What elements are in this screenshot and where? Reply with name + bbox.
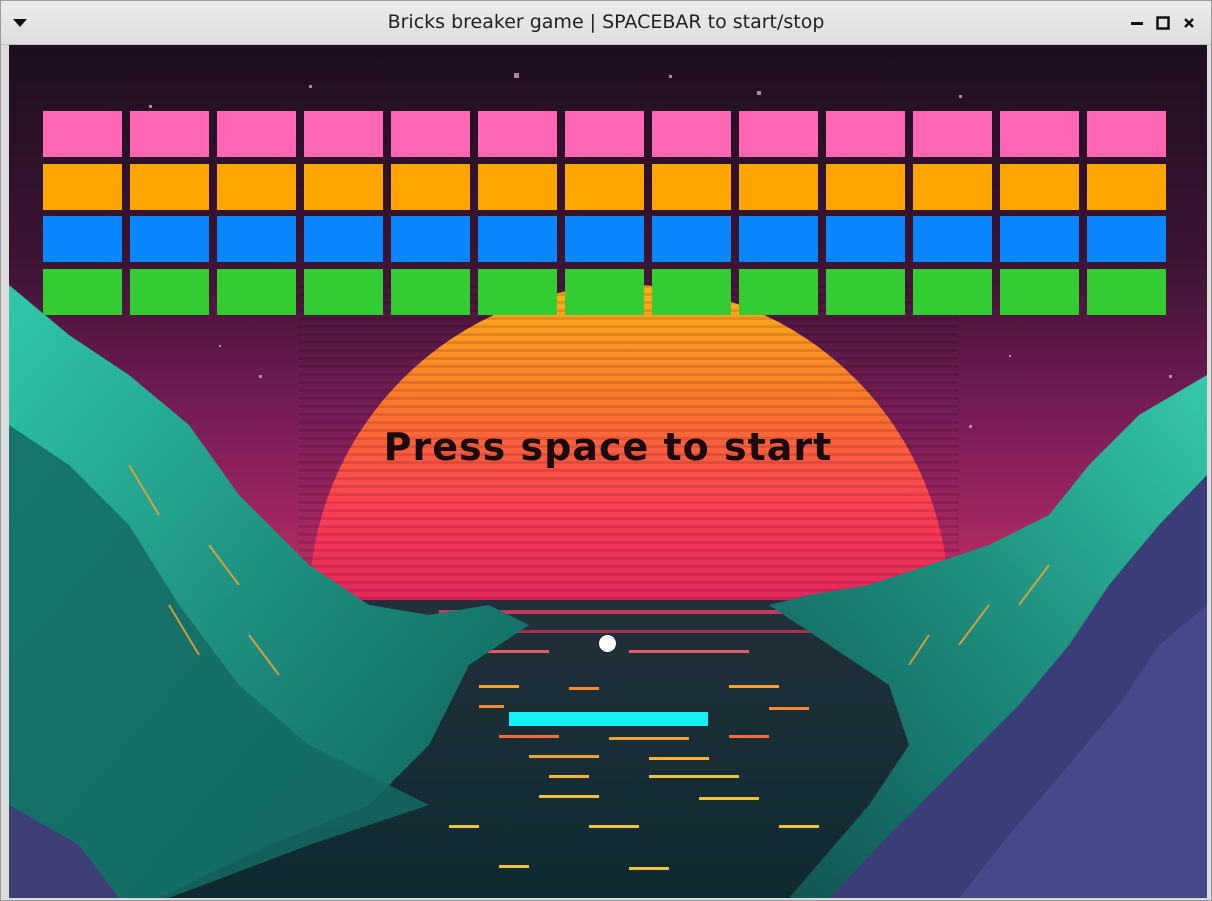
close-icon: [1184, 18, 1194, 28]
brick-orange: [304, 163, 383, 210]
window-title: Bricks breaker game | SPACEBAR to start/…: [387, 11, 825, 33]
brick-orange: [391, 163, 470, 210]
brick-orange: [43, 163, 122, 210]
brick-green: [43, 268, 122, 315]
minimize-button[interactable]: [1129, 15, 1145, 31]
brick-blue: [304, 216, 383, 262]
brick-pink: [478, 111, 557, 157]
brick-orange: [130, 163, 209, 210]
brick-green: [826, 268, 905, 315]
brick-green: [739, 268, 818, 315]
close-button[interactable]: [1181, 15, 1197, 31]
brick-pink: [304, 111, 383, 157]
brick-grid: [43, 111, 1173, 361]
brick-blue: [43, 216, 122, 262]
game-canvas[interactable]: Press space to start: [9, 45, 1207, 898]
brick-green: [478, 268, 557, 315]
brick-pink: [43, 111, 122, 157]
brick-pink: [913, 111, 992, 157]
ball: [599, 635, 616, 652]
brick-pink: [391, 111, 470, 157]
brick-orange: [478, 163, 557, 210]
brick-pink: [1087, 111, 1166, 157]
brick-blue: [739, 216, 818, 262]
brick-pink: [652, 111, 731, 157]
brick-green: [913, 268, 992, 315]
brick-green: [1087, 268, 1166, 315]
brick-orange: [652, 163, 731, 210]
brick-orange: [739, 163, 818, 210]
brick-blue: [478, 216, 557, 262]
brick-pink: [1000, 111, 1079, 157]
brick-blue: [391, 216, 470, 262]
brick-pink: [565, 111, 644, 157]
brick-blue: [130, 216, 209, 262]
maximize-button[interactable]: [1155, 15, 1171, 31]
brick-green: [565, 268, 644, 315]
brick-pink: [826, 111, 905, 157]
brick-pink: [217, 111, 296, 157]
paddle[interactable]: [509, 712, 708, 726]
brick-orange: [217, 163, 296, 210]
minimize-icon: [1131, 22, 1143, 25]
brick-orange: [826, 163, 905, 210]
brick-green: [304, 268, 383, 315]
brick-blue: [652, 216, 731, 262]
brick-pink: [739, 111, 818, 157]
maximize-icon: [1156, 16, 1170, 30]
window-controls: [1129, 13, 1197, 33]
game-window: Bricks breaker game | SPACEBAR to start/…: [0, 0, 1212, 901]
brick-blue: [913, 216, 992, 262]
brick-green: [130, 268, 209, 315]
brick-blue: [565, 216, 644, 262]
brick-orange: [1087, 163, 1166, 210]
brick-blue: [826, 216, 905, 262]
brick-orange: [565, 163, 644, 210]
brick-blue: [1000, 216, 1079, 262]
brick-blue: [1087, 216, 1166, 262]
brick-green: [1000, 268, 1079, 315]
brick-green: [652, 268, 731, 315]
title-bar[interactable]: Bricks breaker game | SPACEBAR to start/…: [1, 1, 1211, 45]
brick-pink: [130, 111, 209, 157]
brick-green: [391, 268, 470, 315]
brick-orange: [1000, 163, 1079, 210]
brick-orange: [913, 163, 992, 210]
start-message: Press space to start: [383, 425, 833, 469]
brick-green: [217, 268, 296, 315]
brick-blue: [217, 216, 296, 262]
